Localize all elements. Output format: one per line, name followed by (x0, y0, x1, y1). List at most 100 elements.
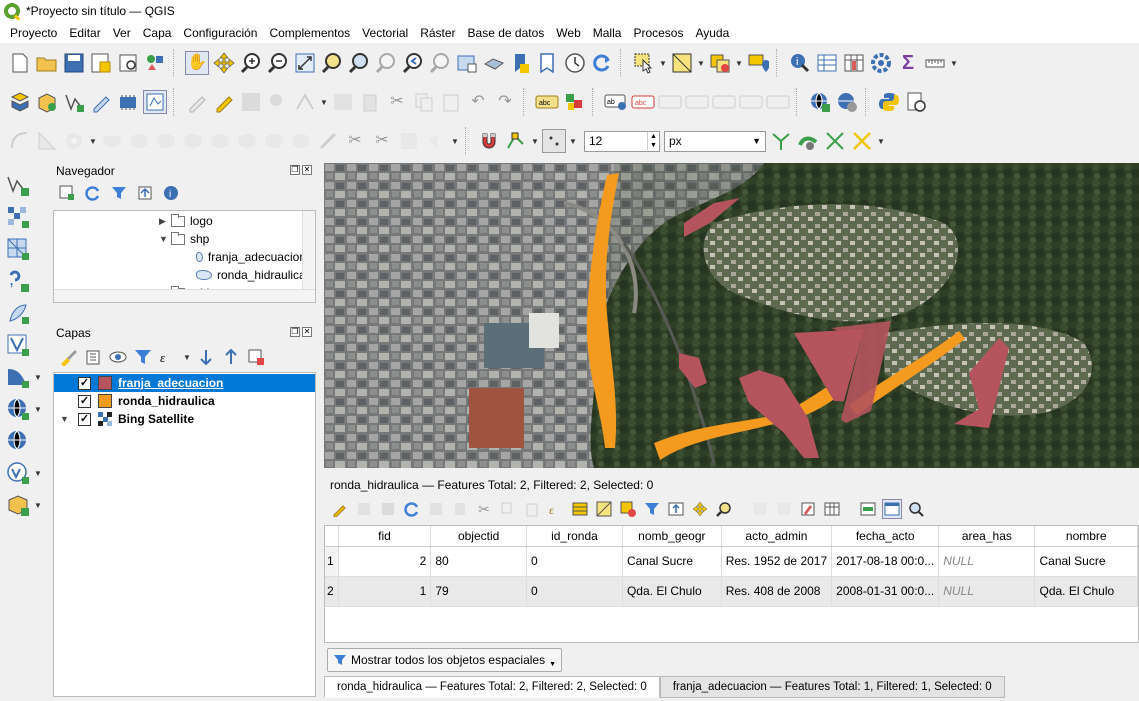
row-number[interactable]: 1 (325, 546, 339, 577)
menu-vectorial[interactable]: Vectorial (356, 26, 414, 40)
wcs-dropdown-icon[interactable]: ▼ (34, 405, 42, 414)
close-panel-icon[interactable]: ✕ (302, 165, 312, 175)
pan-map-icon[interactable]: ✋ (185, 51, 209, 75)
rotate-point-symbols-icon[interactable] (424, 129, 448, 153)
paste-features-icon[interactable] (439, 90, 463, 114)
add-mesh-layer-icon[interactable] (6, 237, 30, 261)
row-number[interactable]: 2 (325, 576, 339, 607)
delete-part-icon[interactable] (181, 129, 205, 153)
snapping-units-select[interactable]: px ▼ (664, 130, 766, 152)
print-layout-icon[interactable] (116, 51, 140, 75)
select-value-dropdown-icon[interactable]: ▼ (697, 59, 705, 68)
menu-base-de-datos[interactable]: Base de datos (462, 26, 551, 40)
save-as-icon[interactable] (89, 51, 113, 75)
vertex-tool-icon[interactable] (293, 90, 317, 114)
snapping-type-icon[interactable] (542, 129, 566, 153)
add-wfs-icon[interactable] (6, 429, 30, 453)
conditional-formatting-icon[interactable] (798, 499, 818, 519)
highlight-pinned-labels-icon[interactable]: ab (604, 90, 628, 114)
menu-editar[interactable]: Editar (63, 26, 106, 40)
cell-area-has[interactable]: NULL (938, 576, 1036, 607)
float-panel-icon[interactable]: ❐ (290, 165, 300, 175)
layer-visibility-checkbox[interactable]: ✓ (78, 412, 91, 426)
add-spatialite-icon[interactable] (6, 301, 30, 325)
data-source-manager-icon[interactable] (8, 90, 32, 114)
undo-icon[interactable]: ↶ (466, 90, 490, 114)
merge-features-icon[interactable]: ✂ (370, 129, 394, 153)
add-layer-icon[interactable] (143, 90, 167, 114)
delete-feature-table-icon[interactable] (450, 499, 470, 519)
new-field-icon[interactable] (750, 499, 770, 519)
snapping-type-dropdown-icon[interactable]: ▼ (569, 137, 577, 146)
add-vector-layer-icon[interactable] (6, 173, 30, 197)
menu-raster[interactable]: Ráster (414, 26, 461, 40)
avoid-overlap-icon[interactable] (823, 129, 847, 153)
reshape-features-icon[interactable] (208, 129, 232, 153)
menu-malla[interactable]: Malla (587, 26, 628, 40)
zoom-to-selected-icon[interactable] (714, 499, 734, 519)
column-header[interactable]: nomb_geogr (622, 526, 722, 547)
copy-features-icon[interactable] (412, 90, 436, 114)
collapse-all-icon[interactable] (136, 184, 154, 202)
filter-expression-icon[interactable]: ε (158, 347, 178, 367)
filter-select-icon[interactable] (642, 499, 662, 519)
layer-item-franja[interactable]: ✓ franja_adecuacion (54, 374, 315, 392)
delete-ring-icon[interactable] (154, 129, 178, 153)
redo-icon[interactable]: ↷ (493, 90, 517, 114)
column-header[interactable]: acto_admin (721, 526, 833, 547)
add-group-icon[interactable] (83, 347, 103, 367)
processing-history-icon[interactable] (904, 90, 928, 114)
new-virtual-layer-icon[interactable] (116, 90, 140, 114)
new-3d-view-icon[interactable] (482, 51, 506, 75)
select-location-icon[interactable] (746, 51, 770, 75)
style-manager-icon[interactable] (143, 51, 167, 75)
add-raster-layer-icon[interactable] (6, 205, 30, 229)
statistics-sum-icon[interactable]: Σ (896, 51, 920, 75)
snap-intersections-icon[interactable] (796, 129, 820, 153)
snapping-vertex-icon[interactable] (504, 129, 528, 153)
field-calculator-icon[interactable] (842, 51, 866, 75)
save-edits-icon[interactable] (239, 90, 263, 114)
remove-layer-icon[interactable] (246, 347, 266, 367)
offset-curve-icon[interactable] (235, 129, 259, 153)
select-features-icon[interactable] (632, 51, 656, 75)
layer-diagram-icon[interactable] (562, 90, 586, 114)
multi-edit-icon[interactable] (354, 499, 374, 519)
ring-dropdown-icon[interactable]: ▼ (89, 137, 97, 146)
menu-capa[interactable]: Capa (137, 26, 178, 40)
close-panel-icon[interactable]: ✕ (302, 327, 312, 337)
new-geopackage-layer-icon[interactable] (6, 493, 30, 517)
layer-visibility-checkbox[interactable]: ✓ (78, 394, 91, 408)
add-feature-table-icon[interactable] (426, 499, 446, 519)
browser-tree[interactable]: ▶ logo ▼ shp franja_adecuacion ronda_hid… (53, 210, 316, 303)
menu-web[interactable]: Web (550, 26, 586, 40)
paste-table-icon[interactable] (522, 499, 542, 519)
column-header[interactable]: id_ronda (526, 526, 623, 547)
menu-procesos[interactable]: Procesos (627, 26, 689, 40)
cell-nombre[interactable]: Canal Sucre (1034, 546, 1138, 577)
zoom-last-icon[interactable] (401, 51, 425, 75)
temporal-controller-icon[interactable] (563, 51, 587, 75)
filter-legend-icon[interactable] (133, 347, 153, 367)
move-label-icon[interactable] (685, 90, 709, 114)
cell-fid[interactable]: 2 (338, 546, 432, 577)
deselect-all-icon[interactable] (618, 499, 638, 519)
add-wms-layer-icon[interactable] (808, 90, 832, 114)
show-hide-labels-icon[interactable] (658, 90, 682, 114)
cut-features-icon[interactable]: ✂ (385, 90, 409, 114)
layer-item-ronda[interactable]: ✓ ronda_hidraulica (54, 392, 315, 410)
cell-acto-admin[interactable]: Res. 1952 de 2017 (721, 546, 833, 577)
filter-expression-dropdown-icon[interactable]: ▼ (183, 353, 191, 362)
refresh-browser-icon[interactable] (84, 184, 102, 202)
delete-selected-icon[interactable] (358, 90, 382, 114)
add-ring-icon[interactable] (62, 129, 86, 153)
pan-to-selection-icon[interactable] (212, 51, 236, 75)
reverse-line-icon[interactable] (262, 129, 286, 153)
deselect-dropdown-icon[interactable]: ▼ (735, 59, 743, 68)
toggle-editing-icon[interactable] (212, 90, 236, 114)
browser-horizontal-scrollbar[interactable] (54, 289, 315, 302)
vertex-dropdown-icon[interactable]: ▼ (320, 98, 328, 107)
add-delimited-text-icon[interactable]: , (6, 269, 30, 293)
select-all-icon[interactable] (570, 499, 590, 519)
chevron-down-icon[interactable]: ▼ (159, 234, 171, 244)
